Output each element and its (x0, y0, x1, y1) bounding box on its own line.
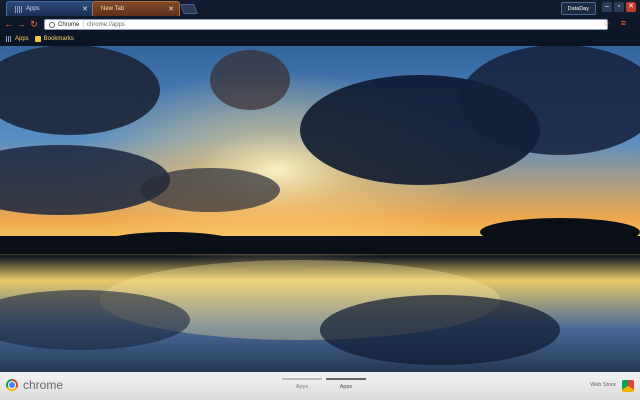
close-window-button[interactable]: ✕ (626, 2, 636, 12)
omnibox[interactable]: Chrome | chrome://apps (44, 19, 608, 30)
tab-title: New Tab (101, 6, 125, 12)
omnibox-separator: | (82, 21, 84, 28)
web-store-icon[interactable] (622, 380, 634, 392)
minimize-button[interactable]: – (602, 2, 612, 12)
chrome-page-icon (49, 21, 55, 28)
page-label: Apps (339, 384, 353, 390)
bookmark-star-icon[interactable]: ☆ (603, 19, 610, 28)
page-label: Apps (295, 384, 309, 390)
bookmark-label: Apps (15, 36, 29, 42)
page-indicator-1[interactable]: Apps (282, 378, 322, 390)
new-tab-button[interactable] (180, 4, 198, 14)
close-icon[interactable]: ✕ (82, 5, 88, 13)
window-controls: – ▫ ✕ (602, 2, 636, 12)
chrome-logo-icon (6, 379, 18, 391)
chrome-brand: chrome (6, 378, 63, 392)
brand-text: chrome (23, 378, 64, 392)
browser-chrome: Apps ✕ New Tab ✕ DataDay – ▫ ✕ ← → ↻ Chr… (0, 0, 640, 46)
bookmark-label: Bookmarks (43, 36, 74, 42)
web-store-link[interactable]: Web Store (590, 382, 616, 388)
maximize-button[interactable]: ▫ (614, 2, 624, 12)
page-bar (326, 378, 366, 380)
apps-grid-icon (6, 36, 12, 42)
menu-icon[interactable]: ≡ (621, 19, 626, 28)
omnibox-scheme: Chrome (58, 21, 80, 28)
apps-grid-icon (15, 5, 22, 13)
tab-new-tab[interactable]: New Tab ✕ (92, 1, 180, 16)
bookmark-folder[interactable]: Bookmarks (34, 36, 74, 42)
tab-title: Apps (26, 6, 40, 12)
omnibox-url: chrome://apps (86, 21, 125, 28)
back-arrow-icon[interactable]: ← (4, 19, 14, 29)
wallpaper-image (0, 0, 640, 400)
page-bar (282, 378, 322, 380)
profile-button[interactable]: DataDay (560, 2, 596, 15)
page-indicator-2[interactable]: Apps (326, 378, 366, 390)
bookmarks-bar: Apps Bookmarks (0, 33, 640, 45)
folder-icon (34, 36, 41, 42)
forward-arrow-icon[interactable]: → (16, 19, 26, 29)
tab-strip: Apps ✕ New Tab ✕ DataDay – ▫ ✕ (0, 0, 640, 16)
tab-apps[interactable]: Apps ✕ (6, 1, 94, 16)
toolbar: ← → ↻ Chrome | chrome://apps ☆ ≡ (0, 16, 640, 33)
bookmark-apps[interactable]: Apps (6, 36, 29, 42)
reload-icon[interactable]: ↻ (29, 19, 39, 29)
close-icon[interactable]: ✕ (168, 5, 174, 13)
apps-bottom-bar: chrome Apps Apps Web Store (0, 372, 640, 400)
